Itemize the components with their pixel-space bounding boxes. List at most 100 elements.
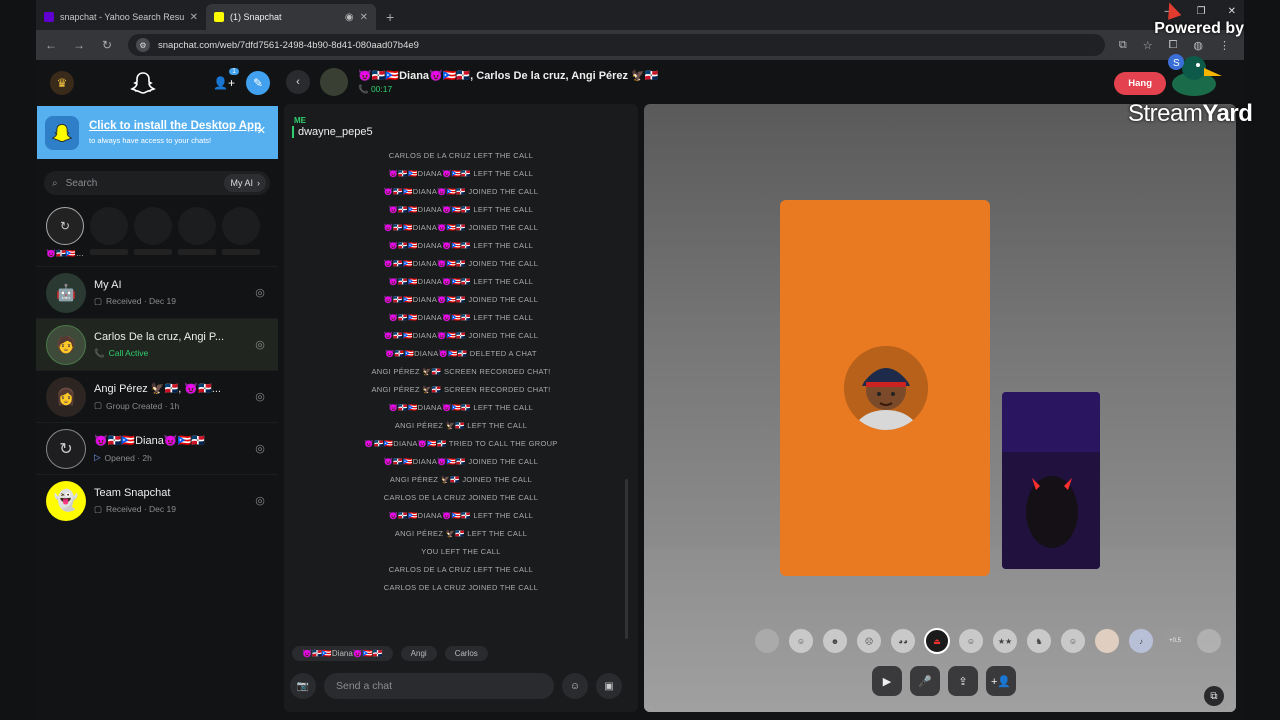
close-tab-icon[interactable]: ✕	[360, 12, 368, 23]
add-participant-icon[interactable]: +👤	[986, 666, 1016, 696]
add-friend-icon[interactable]: 👤+ 1	[212, 68, 239, 95]
lens-selected-devil[interactable]: ⏏	[924, 628, 950, 654]
forward-arrow-icon[interactable]: →	[72, 38, 86, 52]
record-indicator-icon: ◉	[344, 11, 354, 23]
lens-option[interactable]: ☺	[1060, 628, 1086, 654]
chat-item-my-ai[interactable]: 🤖 My AI ▢ Received · Dec 19 ◎	[36, 266, 278, 318]
chat-status-icon: ▢	[94, 400, 103, 410]
chat-status-text: Opened · 2h	[104, 452, 152, 463]
lens-option[interactable]	[1196, 628, 1222, 654]
participant-tile-video[interactable]	[1002, 392, 1100, 569]
gallery-icon[interactable]: ▣	[596, 673, 622, 699]
hang-up-button[interactable]: Hang	[1114, 72, 1166, 95]
watermark-brand-a: Stream	[1128, 100, 1203, 127]
bookmark-star-icon[interactable]: ☆	[1143, 39, 1153, 52]
chat-name: Team Snapchat	[94, 486, 171, 499]
lens-option[interactable]: ♪	[1128, 628, 1154, 654]
chat-status: ▢ Received · Dec 19	[94, 504, 244, 515]
lens-option[interactable]: +0.5	[1162, 628, 1188, 654]
avatar: 🧑	[46, 324, 86, 365]
close-window-icon[interactable]: ✕	[1228, 6, 1236, 17]
reload-icon[interactable]: ↻	[100, 38, 114, 52]
chat-scrollbar[interactable]	[625, 479, 628, 639]
snapchat-ghost-icon	[45, 115, 79, 150]
cast-icon[interactable]: ⧉	[1119, 39, 1127, 52]
camera-icon[interactable]: ◎	[252, 442, 268, 455]
lens-carousel: ☺ ☻ ☹ ◕◕ ⏏ ☺ ★★ ♞ ☺ ♪ +0.5	[754, 628, 1222, 654]
call-event: 😈🇩🇴🇵🇷DIANA😈🇵🇷🇩🇴 JOINED THE CALL	[383, 259, 539, 268]
restore-icon[interactable]: ❐	[1197, 6, 1206, 17]
chat-status: ▢ Group Created · 1h	[94, 400, 244, 411]
lens-option[interactable]	[1094, 628, 1120, 654]
lens-option[interactable]: ☺	[788, 628, 814, 654]
streamyard-duck-logo: S	[1168, 54, 1222, 96]
microphone-icon[interactable]: 🎤	[910, 666, 940, 696]
address-bar[interactable]: ⚙ snapchat.com/web/7dfd7561-2498-4b90-8d…	[128, 34, 1105, 56]
participant-tile-bitmoji[interactable]	[780, 200, 990, 576]
chat-name: 😈🇩🇴🇵🇷Diana😈🇵🇷🇩🇴	[94, 435, 205, 447]
call-event: ANGI PÉREZ 🦅🇩🇴 JOINED THE CALL	[389, 475, 533, 484]
camera-icon[interactable]: ◎	[252, 494, 268, 507]
participant-chip[interactable]: 😈🇩🇴🇵🇷Diana😈🇵🇷🇩🇴	[292, 646, 393, 661]
search-input[interactable]: ⌕ Search My AI ›	[44, 171, 270, 195]
watermark-brand-b: Yard	[1202, 100, 1253, 127]
lens-option[interactable]: ◕◕	[890, 628, 916, 654]
participant-chip[interactable]: Angi	[400, 646, 437, 661]
chat-status-icon: ▢	[94, 503, 103, 514]
yahoo-favicon-icon	[44, 12, 54, 22]
chat-name: Angi Pérez 🦅🇩🇴, 😈🇩🇴...	[94, 383, 221, 395]
chat-item-team-snapchat[interactable]: 👻 Team Snapchat ▢ Received · Dec 19 ◎	[36, 474, 278, 526]
story-avatar[interactable]: ↻	[46, 207, 84, 245]
camera-icon[interactable]: ◎	[252, 390, 268, 403]
expand-icon[interactable]: ⧉	[1204, 686, 1224, 706]
chat-item-angi-group[interactable]: 👩 Angi Pérez 🦅🇩🇴, 😈🇩🇴... ▢ Group Created …	[36, 370, 278, 422]
lens-option[interactable]: ☻	[822, 628, 848, 654]
site-info-icon[interactable]: ⚙	[136, 38, 150, 52]
chat-status-icon: ▢	[94, 295, 103, 306]
browser-toolbar: ← → ↻ ⚙ snapchat.com/web/7dfd7561-2498-4…	[36, 30, 1244, 60]
chat-item-diana[interactable]: ↻ 😈🇩🇴🇵🇷Diana😈🇵🇷🇩🇴 ▷ Opened · 2h ◎	[36, 422, 278, 474]
camera-button-icon[interactable]: 📷	[290, 673, 316, 699]
new-tab-button[interactable]: +	[386, 9, 394, 25]
close-tab-icon[interactable]: ✕	[190, 12, 198, 23]
call-event: 😈🇩🇴🇵🇷DIANA😈🇵🇷🇩🇴 LEFT THE CALL	[388, 205, 534, 214]
lens-option[interactable]: ☹	[856, 628, 882, 654]
close-banner-icon[interactable]: ✕	[257, 124, 266, 137]
lens-option[interactable]: ☺	[958, 628, 984, 654]
group-avatar[interactable]	[320, 68, 348, 96]
lens-option[interactable]: ★★	[992, 628, 1018, 654]
call-controls: ▶ 🎤 ⇪ +👤	[872, 666, 1016, 696]
call-event: CARLOS DE LA CRUZ JOINED THE CALL	[383, 493, 539, 502]
camera-icon[interactable]: ◎	[252, 338, 268, 351]
call-event: ANGI PÉREZ 🦅🇩🇴 SCREEN RECORDED CHAT!	[371, 367, 551, 376]
new-chat-icon[interactable]: ✎	[246, 71, 270, 95]
back-arrow-icon[interactable]: ←	[44, 38, 58, 52]
browser-tab-snapchat[interactable]: (1) Snapchat ◉ ✕	[206, 4, 376, 30]
avatar: ↻	[46, 428, 86, 469]
group-title: 😈🇩🇴🇵🇷Diana😈🇵🇷🇩🇴, Carlos De la cruz, Angi…	[358, 70, 659, 82]
install-desktop-banner[interactable]: Click to install the Desktop App to alwa…	[37, 106, 278, 159]
my-ai-button[interactable]: My AI ›	[224, 174, 266, 192]
snapchat-ghost-icon[interactable]	[129, 69, 157, 97]
browser-tab-yahoo[interactable]: snapchat - Yahoo Search Results ✕	[36, 4, 206, 30]
banner-title[interactable]: Click to install the Desktop App	[89, 120, 261, 132]
screen: snapchat - Yahoo Search Results ✕ (1) Sn…	[0, 0, 1280, 720]
chat-item-carlos-angi[interactable]: 🧑 Carlos De la cruz, Angi P... 📞 Call Act…	[36, 318, 278, 370]
send-chat-input[interactable]: Send a chat	[324, 673, 554, 699]
story-label-placeholder	[90, 249, 128, 255]
camera-icon[interactable]: ◎	[252, 286, 268, 299]
call-event: CARLOS DE LA CRUZ LEFT THE CALL	[388, 151, 534, 160]
share-screen-icon[interactable]: ⇪	[948, 666, 978, 696]
chat-status-text: Group Created · 1h	[106, 400, 180, 411]
video-toggle-icon[interactable]: ▶	[872, 666, 902, 696]
story-placeholder	[222, 207, 260, 245]
lens-none[interactable]	[754, 628, 780, 654]
back-button[interactable]: ‹	[286, 70, 310, 94]
participant-chip[interactable]: Carlos	[444, 646, 488, 661]
profile-avatar[interactable]: ♛	[50, 71, 74, 95]
emoji-icon[interactable]: ☺	[562, 673, 588, 699]
sidebar: ♛ 👤+ 1 ✎ Click to install the Desktop App…	[36, 60, 278, 720]
chat-status: 📞 Call Active	[94, 348, 244, 359]
chat-status-text: Received · Dec 19	[106, 296, 176, 306]
lens-option[interactable]: ♞	[1026, 628, 1052, 654]
